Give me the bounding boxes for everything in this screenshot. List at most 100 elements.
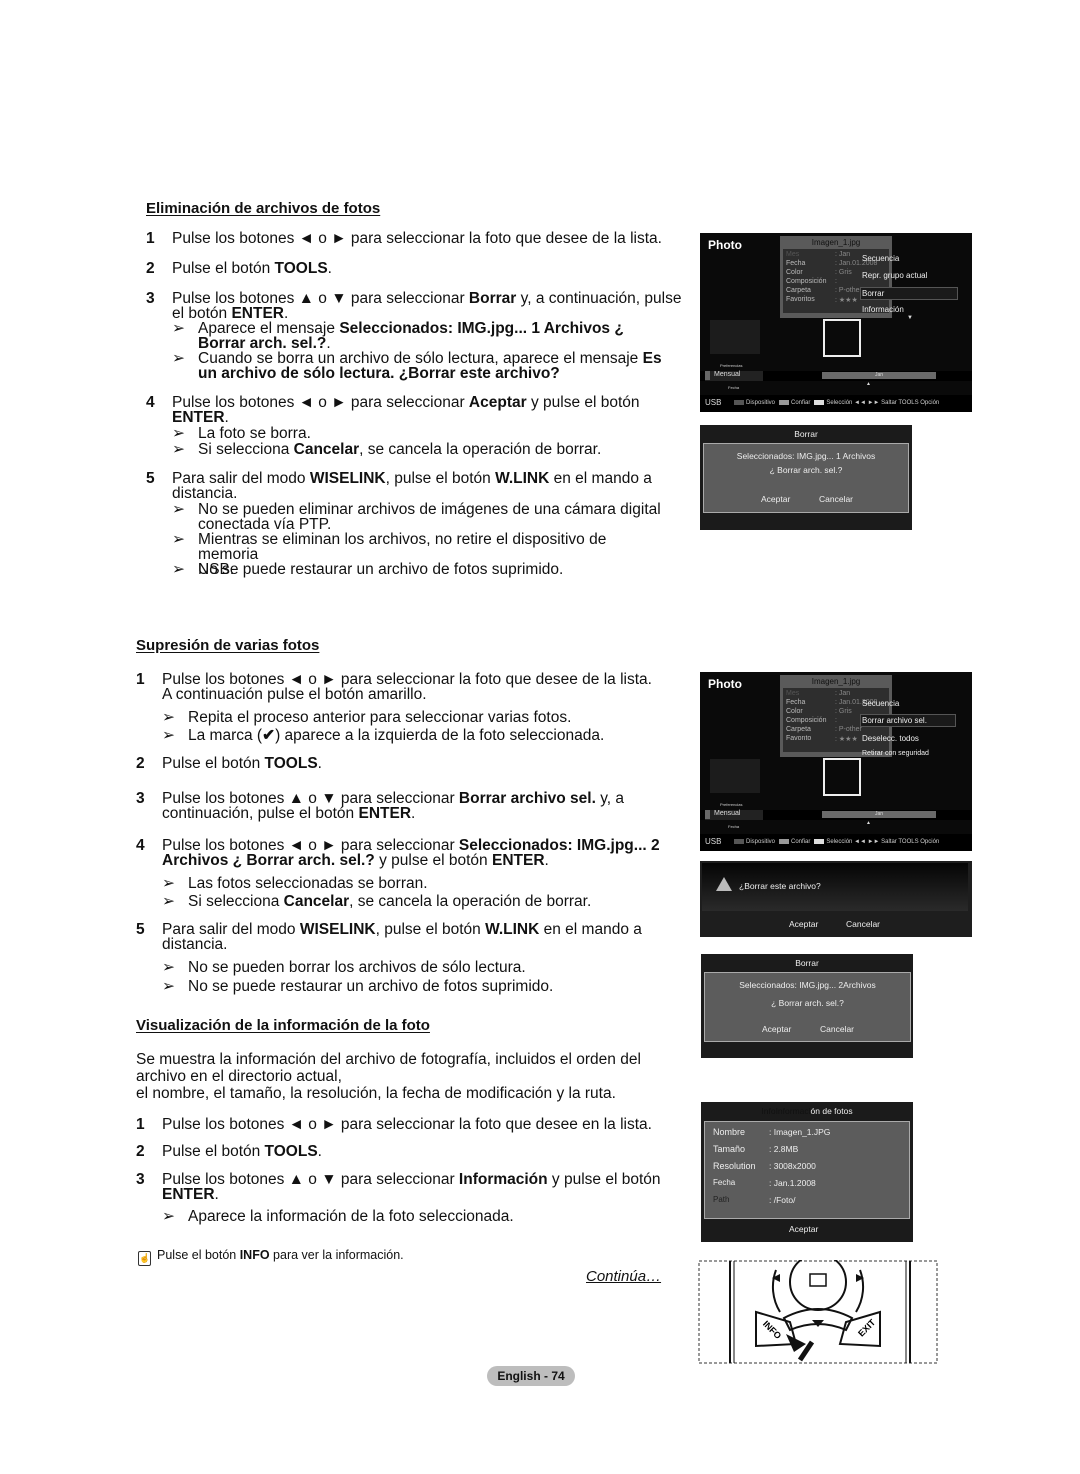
remote-hand-icon: ☝ [138,1251,151,1266]
pointer-arrow-icon [786,1334,806,1352]
sort-mode[interactable]: Mensual [705,810,763,820]
tools-menu-item[interactable]: Secuencia [862,699,899,708]
section-heading: Supresión de varias fotos [136,637,320,654]
date-label: Fecha [728,824,740,829]
info-value: : Gris [835,708,852,715]
selected-photo-thumbnail[interactable] [823,758,861,796]
remote-control-illustration: INFO EXIT [698,1253,938,1364]
cancel-button[interactable]: Cancelar [819,494,853,504]
dialog-question: ¿ Borrar arch. sel.? [771,998,844,1008]
step-number: 3 [136,790,145,807]
tools-menu-item[interactable]: Retirar con seguridad [862,750,929,757]
step-number: 5 [136,921,145,938]
info-value: : P-other [835,726,862,733]
step-text: Pulse el botón TOOLS. [162,1143,322,1160]
intro-paragraph-line: archivo en el directorio actual, [136,1068,342,1085]
info-field-value: : Jan.1.2008 [769,1178,816,1188]
screen-title: Photo [708,238,742,252]
tools-menu-item[interactable]: Secuencia [862,254,899,263]
info-label: Fecha [786,260,806,267]
sort-mode[interactable]: Mensual [705,371,763,381]
note-arrow-icon: ➢ [162,978,175,995]
dialog-question: ¿ Borrar arch. sel.? [769,465,843,475]
ok-button[interactable]: Aceptar [762,1024,791,1034]
screen-footer: USB Dispositivo Confiar Selección ◄◄ ►► Sal… [700,834,972,851]
preferences-label: Preferencias [720,802,743,807]
step-text: Para salir del modo WISELINK, pulse el b… [162,921,642,953]
step-number: 3 [146,290,155,307]
step-number: 2 [136,755,145,772]
step-number: 2 [136,1143,145,1160]
step-number: 1 [136,1116,145,1133]
section-heading-delete: Eliminación de archivos de fotos [146,200,381,217]
info-field-label: Resolution [713,1161,756,1171]
cancel-button[interactable]: Cancelar [820,1024,854,1034]
ok-button[interactable]: Aceptar [789,919,818,929]
exit-label: EXIT [856,1317,878,1339]
dialog-title: Borrar [794,429,818,439]
info-tip: ☝ Pulse el botón INFO para ver la informa… [138,1248,404,1266]
enter-button [789,1253,847,1311]
tools-menu-item[interactable]: Información [862,305,904,314]
note-text: La marca (✔) aparece a la izquierda de l… [188,727,605,744]
step-text: Pulse los botones ▲ o ▼ para seleccionar… [172,290,682,322]
note-arrow-icon: ➢ [162,1208,175,1225]
note-arrow-icon: ➢ [172,350,185,367]
info-value: : [835,278,837,285]
step-text: Pulse el botón TOOLS. [172,260,332,277]
screen-title: Photo [708,677,742,691]
delete-dialog-multi: Borrar Seleccionados: IMG.jpg... 2Archiv… [701,954,913,1058]
source-label: USB [705,398,722,407]
tools-menu-item[interactable]: Borrar archivo sel. [862,716,927,725]
info-field-label: Path [713,1195,730,1204]
info-field-value: : 2.8MB [769,1144,799,1154]
note-text: Cuando se borra un archivo de sólo lectu… [198,350,662,382]
tools-menu-item[interactable]: Deselecc. todos [862,734,919,743]
file-name: Imagen_1.jpg [811,677,861,686]
dialog-title: InfoInformación de fotos [761,1106,853,1116]
cancel-button[interactable]: Cancelar [846,919,880,929]
ok-button[interactable]: Aceptar [789,1224,818,1234]
step-text: Pulse los botones ◄ o ► para seleccionar… [172,230,662,247]
section-heading: Visualización de la información de la fo… [136,1017,430,1034]
note-text: No se puede restaurar un archivo de foto… [198,561,564,578]
note-text: No se pueden borrar los archivos de sólo… [188,959,526,976]
photo-thumbnail[interactable] [710,320,760,354]
ok-button[interactable]: Aceptar [761,494,790,504]
dialog-message: Seleccionados: IMG.jpg... 2Archivos [739,980,876,990]
timeline-up-icon: ▲ [866,820,871,826]
info-value: : Gris [835,269,852,276]
info-field-label: Tamaño [713,1144,746,1154]
continues-label: Continúa… [586,1268,662,1285]
delete-dialog-single: Borrar Seleccionados: IMG.jpg... 1 Archi… [700,425,912,530]
info-label: Composición [786,278,827,285]
enter-icon [809,1273,827,1287]
selected-photo-thumbnail[interactable] [823,319,861,357]
intro-paragraph-line: el nombre, el tamaño, la resolución, la … [136,1085,616,1102]
tools-menu-item[interactable]: Borrar [862,289,884,298]
note-arrow-icon: ➢ [162,959,175,976]
info-label: Favonto [786,735,812,742]
dialog-title: Borrar [795,958,819,968]
info-value: : Jan [835,251,851,258]
step-number: 4 [136,837,145,854]
intro-paragraph-line: Se muestra la información del archivo de… [136,1051,641,1068]
step-text: Pulse los botones ▲ o ▼ para seleccionar… [162,790,625,822]
photo-thumbnail[interactable] [710,759,760,793]
step-text: Pulse los botones ◄ o ► para seleccionar… [162,671,652,703]
note-arrow-icon: ➢ [172,501,185,518]
note-text: Si selecciona Cancelar, se cancela la op… [198,441,602,458]
screen-footer: USB Dispositivo Confiar Selección ◄◄ ►► Sal… [700,395,972,412]
tools-menu-item[interactable]: Repr. grupo actual [862,271,927,280]
note-arrow-icon: ➢ [162,875,175,892]
info-label: Color [786,708,803,715]
info-label: INFO [761,1319,783,1341]
note-arrow-icon: ➢ [172,531,185,548]
step-text: Pulse los botones ▲ o ▼ para seleccionar… [162,1171,661,1203]
info-value: : ★★★ [835,297,858,304]
step-number: 1 [136,671,145,688]
note-text: Aparece el mensaje Seleccionados: IMG.jp… [198,320,624,352]
timeline-up-icon: ▲ [866,381,871,387]
info-value: : ★★★ [835,736,858,743]
date-label: Fecha [728,385,740,390]
